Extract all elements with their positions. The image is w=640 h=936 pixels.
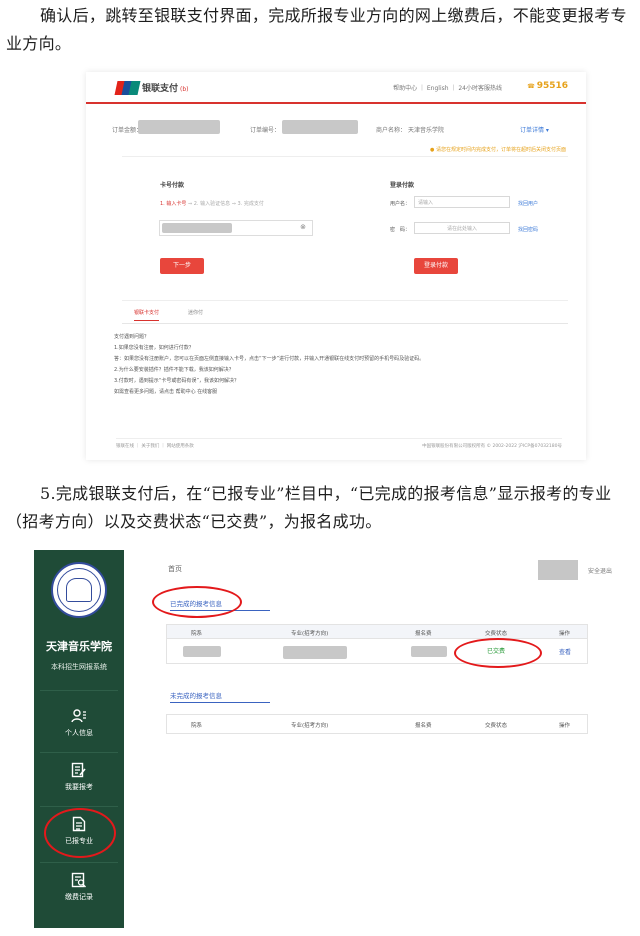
nav-label: 个人信息	[65, 729, 93, 737]
nav-apply[interactable]: 我要报考	[34, 754, 124, 806]
help-line: 答：如果您没有注册账户，您可以在页面左侧直接输入卡号，点击“下一步”进行付款，并…	[114, 356, 425, 362]
login-pay-button[interactable]: 登录付款	[414, 258, 458, 274]
tab-mini-pay[interactable]: 迷你付	[188, 309, 203, 316]
avatar	[538, 560, 578, 580]
table-header: 院系 专业(招考方向) 报名费 交费状态 操作	[167, 625, 587, 639]
person-icon	[71, 709, 86, 723]
step-2: 2. 输入验证信息	[193, 201, 231, 207]
system-name: 本科招生网报系统	[51, 663, 107, 671]
next-step-button[interactable]: 下一步	[160, 258, 204, 274]
breadcrumb[interactable]: 首页	[168, 564, 182, 574]
view-link[interactable]: 查看	[559, 647, 571, 656]
help-title: 支付遇到问题？	[114, 334, 150, 340]
payment-warning: ● 请您在规定时间内完成支付，订单将在超时后关闭支付页面	[430, 147, 566, 153]
enrollment-portal-screenshot: 天津音乐学院 本科招生网报系统 个人信息 我要报考 已报专业 缴费记录 首页 安…	[34, 550, 640, 928]
password-label: 密 码：	[390, 227, 411, 233]
unionpay-title: 银联支付 (b)	[142, 84, 189, 94]
order-number-label: 订单编号：	[250, 127, 281, 134]
highlight-ring-applied-majors	[44, 808, 116, 858]
login-pay-title: 登录付款	[390, 182, 415, 189]
forgot-username-link[interactable]: 找回用户	[518, 200, 538, 207]
receipt-search-icon	[71, 872, 86, 888]
unionpay-logo-icon	[114, 81, 141, 95]
nav-personal-info[interactable]: 个人信息	[34, 700, 124, 752]
fee-redacted	[411, 646, 447, 657]
unionpay-screenshot: 银联支付 (b) 帮助中心 ｜ English ｜ 24小时客服热线 ☎ 95516…	[86, 72, 586, 460]
nav-payment-records[interactable]: 缴费记录	[34, 864, 124, 916]
help-line: 3.付款时，遇到提示“卡号或密码有误”，我该如何解决？	[114, 378, 239, 384]
major-redacted	[283, 646, 347, 659]
username-input[interactable]: 请输入	[414, 196, 510, 208]
highlight-ring-completed-title	[152, 586, 242, 618]
tab-unionpay-card[interactable]: 银联卡支付	[134, 309, 160, 321]
help-more-link[interactable]: 如需查看更多问题，请点击 帮助中心 在线客服	[114, 387, 560, 398]
table-header: 院系 专业(招考方向) 报名费 交费状态 操作	[167, 715, 587, 733]
unionpay-hotline: ☎ 95516	[527, 81, 568, 91]
edit-form-icon	[71, 762, 86, 778]
logout-link[interactable]: 安全退出	[588, 566, 612, 575]
forgot-password-link[interactable]: 找回密码	[518, 226, 538, 233]
password-input[interactable]: 请在此处输入	[414, 222, 510, 234]
card-pay-steps: 1. 输入卡号 ⇒ 2. 输入验证信息 ⇒ 3. 完成支付	[160, 201, 264, 207]
card-number-input[interactable]: ⊗	[159, 220, 313, 236]
nav-label: 我要报考	[65, 783, 93, 791]
instruction-paragraph-1: 确认后，跳转至银联支付界面，完成所报专业方向的网上缴费后，不能变更报考专业方向。	[6, 2, 634, 58]
payment-tabs: 银联卡支付 迷你付	[122, 300, 568, 324]
unionpay-header: 银联支付 (b) 帮助中心 ｜ English ｜ 24小时客服热线 ☎ 95516	[86, 72, 586, 104]
sidebar: 天津音乐学院 本科招生网报系统 个人信息 我要报考 已报专业 缴费记录	[34, 550, 124, 928]
payment-help: 支付遇到问题？ 1.如果您没有注册，如何进行付款？ 答：如果您没有注册账户，您可…	[114, 332, 560, 398]
order-amount-redacted	[138, 120, 220, 134]
footer-copyright: 中国银联股份有限公司版权所有 © 2002-2022 沪ICP备07032180…	[422, 444, 562, 449]
order-detail-toggle[interactable]: 订单详情 ▾	[520, 125, 549, 134]
help-line: 1.如果您没有注册，如何进行付款？	[114, 345, 194, 351]
step-3: 3. 完成支付	[237, 201, 264, 207]
paragraph-1-text: 确认后，跳转至银联支付界面，完成所报专业方向的网上缴费后，不能变更报考专业方向。	[6, 6, 627, 53]
school-seal-icon	[51, 562, 107, 618]
merchant-name: 天津音乐学院	[408, 127, 445, 134]
card-pay-title: 卡号付款	[160, 182, 185, 189]
school-name: 天津音乐学院	[46, 640, 112, 653]
incomplete-section-title: 未完成的报考信息	[170, 692, 222, 700]
instruction-paragraph-2: 5.完成银联支付后，在“已报专业”栏目中，“已完成的报考信息”显示报考的专业（招…	[6, 480, 634, 536]
unionpay-footer: 银联在线 ｜ 关于我们 ｜ 网站使用条款 中国银联股份有限公司版权所有 © 20…	[116, 438, 562, 450]
order-number-redacted	[282, 120, 358, 134]
paragraph-2-text: 5.完成银联支付后，在“已报专业”栏目中，“已完成的报考信息”显示报考的专业（招…	[6, 484, 612, 531]
footer-links[interactable]: 银联在线 ｜ 关于我们 ｜ 网站使用条款	[116, 444, 194, 449]
order-info-bar: 订单金额： 订单编号： 商户名称： 天津音乐学院 订单详情 ▾	[112, 118, 568, 142]
card-number-redacted	[162, 223, 232, 233]
step-1: 1. 输入卡号	[160, 201, 187, 207]
payment-panel	[122, 156, 568, 274]
incomplete-table: 院系 专业(招考方向) 报名费 交费状态 操作	[166, 714, 588, 734]
username-label: 用户名：	[390, 201, 411, 207]
help-line: 2.为什么要安装插件？插件不能下载，我该如何解决？	[114, 367, 234, 373]
highlight-ring-paid-status	[454, 638, 542, 668]
department-redacted	[183, 646, 221, 657]
nav-label: 缴费记录	[65, 893, 93, 901]
unionpay-top-links[interactable]: 帮助中心 ｜ English ｜ 24小时客服热线	[393, 83, 502, 92]
clear-icon[interactable]: ⊗	[300, 223, 306, 231]
merchant-label: 商户名称：	[376, 127, 407, 134]
